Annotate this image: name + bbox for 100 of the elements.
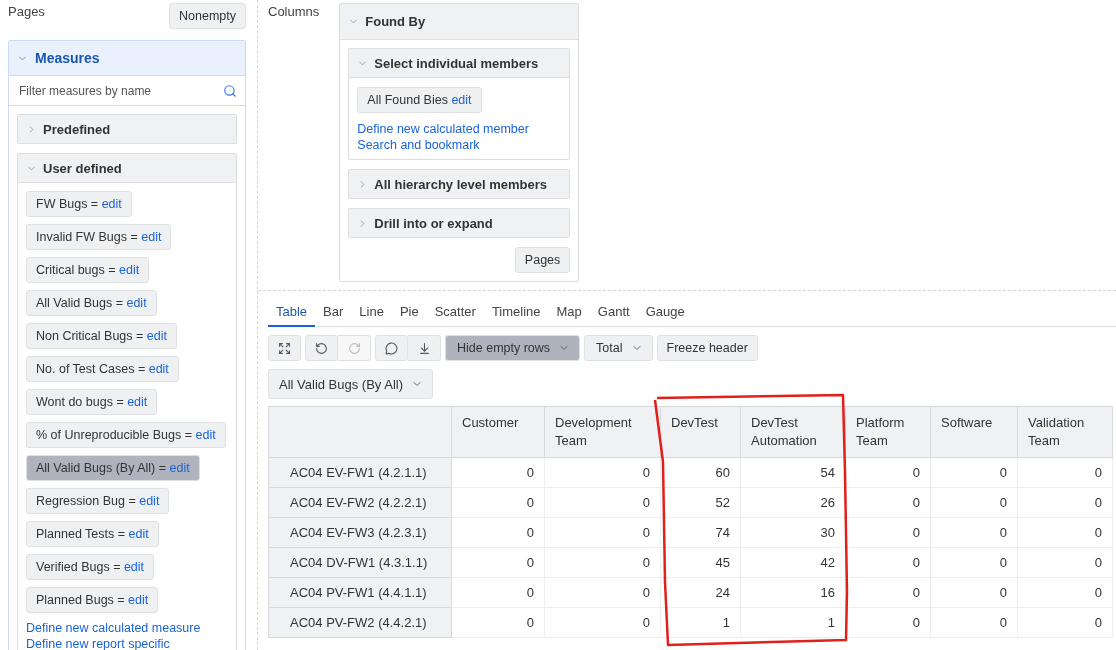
table-cell: 0 xyxy=(1017,547,1113,578)
nonempty-button[interactable]: Nonempty xyxy=(169,3,246,29)
comment-icon xyxy=(385,341,398,355)
view-tab[interactable]: Pie xyxy=(391,299,427,327)
view-tab[interactable]: Line xyxy=(351,299,392,327)
table-cell: 0 xyxy=(845,577,931,608)
group-header[interactable]: All hierarchy level members xyxy=(349,170,570,198)
column-header: DevTest Automation xyxy=(740,406,846,458)
table-cell: 52 xyxy=(660,487,741,518)
table-cell: 0 xyxy=(451,457,545,488)
measure-chip[interactable]: Planned Bugs = edit xyxy=(26,587,159,613)
measure-chip[interactable]: Invalid FW Bugs = edit xyxy=(26,224,172,250)
freeze-header-button[interactable]: Freeze header xyxy=(656,335,758,361)
table-cell: 0 xyxy=(930,577,1018,608)
view-tab[interactable]: Timeline xyxy=(483,299,549,327)
edit-link[interactable]: edit xyxy=(195,428,216,442)
table-cell: 0 xyxy=(451,487,545,518)
row-header: AC04 EV-FW2 (4.2.2.1) xyxy=(268,487,452,518)
measure-chip[interactable]: Planned Tests = edit xyxy=(26,521,159,547)
dropdown-button[interactable]: Total xyxy=(584,335,653,361)
measure-chip[interactable]: FW Bugs = edit xyxy=(26,191,132,217)
row-header: AC04 EV-FW1 (4.2.1.1) xyxy=(268,457,452,488)
define-link[interactable]: Define new calculated measure xyxy=(26,620,201,636)
group-header[interactable]: User defined xyxy=(18,154,236,183)
table-cell: 0 xyxy=(845,457,931,488)
table-cell: 0 xyxy=(1017,487,1113,518)
edit-link[interactable]: edit xyxy=(123,560,145,574)
edit-link[interactable]: edit xyxy=(119,263,140,277)
measure-chip[interactable]: Critical bugs = edit xyxy=(26,257,150,283)
table-cell: 0 xyxy=(930,517,1018,548)
table-cell: 0 xyxy=(930,607,1018,638)
table-cell: 0 xyxy=(451,577,545,608)
member-link[interactable]: Define new calculated member xyxy=(357,121,529,137)
column-header: Development Team xyxy=(544,406,661,458)
view-tab[interactable]: Table xyxy=(268,299,316,327)
edit-link[interactable]: edit xyxy=(148,362,169,376)
table-cell: 45 xyxy=(660,547,741,578)
table-cell: 60 xyxy=(660,457,741,488)
edit-link[interactable]: edit xyxy=(146,329,167,343)
table-cell: 0 xyxy=(544,547,661,578)
view-tab[interactable]: Gantt xyxy=(589,299,638,327)
toolbar-button[interactable] xyxy=(408,335,441,361)
undo-icon xyxy=(315,341,328,355)
edit-link[interactable]: edit xyxy=(101,197,122,211)
row-header: AC04 PV-FW2 (4.4.2.1) xyxy=(268,607,452,638)
measure-chip[interactable]: Verified Bugs = edit xyxy=(26,554,155,580)
edit-link[interactable]: edit xyxy=(141,230,162,244)
table-cell: 0 xyxy=(845,547,931,578)
table-cell: 0 xyxy=(544,577,661,608)
toolbar-button[interactable] xyxy=(305,335,338,361)
member-chip[interactable]: All Found Bies edit xyxy=(357,87,482,113)
table-cell: 24 xyxy=(660,577,741,608)
measure-chip[interactable]: Wont do bugs = edit xyxy=(26,389,158,415)
measure-chip[interactable]: All Valid Bugs (By All) = edit xyxy=(26,455,200,481)
edit-link[interactable]: edit xyxy=(127,395,148,409)
table-cell: 0 xyxy=(845,487,931,518)
table-cell: 0 xyxy=(1017,577,1113,608)
edit-link[interactable]: edit xyxy=(139,494,160,508)
row-header: AC04 EV-FW3 (4.2.3.1) xyxy=(268,517,452,548)
row-header: AC04 PV-FW1 (4.4.1.1) xyxy=(268,577,452,608)
measure-dropdown[interactable]: All Valid Bugs (By All) xyxy=(268,369,434,399)
dimension-header[interactable]: Found By xyxy=(340,4,579,40)
edit-link[interactable]: edit xyxy=(451,93,472,107)
table-cell: 0 xyxy=(930,547,1018,578)
view-tab[interactable]: Gauge xyxy=(637,299,693,327)
table-cell: 74 xyxy=(660,517,741,548)
define-link[interactable]: Define new report specific xyxy=(26,636,201,650)
measure-chip[interactable]: Regression Bug = edit xyxy=(26,488,170,514)
edit-link[interactable]: edit xyxy=(128,527,149,541)
measure-chip[interactable]: No. of Test Cases = edit xyxy=(26,356,179,382)
group-header[interactable]: Predefined xyxy=(18,115,236,143)
table-cell: 0 xyxy=(544,457,661,488)
measure-chip[interactable]: % of Unreproducible Bugs = edit xyxy=(26,422,226,448)
column-header: DevTest xyxy=(660,406,741,458)
table-cell: 16 xyxy=(740,577,846,608)
member-link[interactable]: Search and bookmark xyxy=(357,137,529,153)
measure-chip[interactable]: All Valid Bugs = edit xyxy=(26,290,157,316)
dropdown-button[interactable]: Hide empty rows xyxy=(445,335,581,361)
table-cell: 0 xyxy=(451,547,545,578)
table-cell: 0 xyxy=(1017,607,1113,638)
edit-link[interactable]: edit xyxy=(126,296,147,310)
column-header: Customer xyxy=(451,406,545,458)
group-header[interactable]: Select individual members xyxy=(349,49,570,78)
toolbar-button[interactable] xyxy=(268,335,301,361)
toolbar-button[interactable] xyxy=(375,335,408,361)
group-header[interactable]: Drill into or expand xyxy=(349,209,570,237)
table-cell: 0 xyxy=(930,457,1018,488)
row-header: AC04 DV-FW1 (4.3.1.1) xyxy=(268,547,452,578)
view-tab[interactable]: Map xyxy=(548,299,590,327)
table-cell: 1 xyxy=(660,607,741,638)
table-cell: 0 xyxy=(451,607,545,638)
view-tab[interactable]: Bar xyxy=(315,299,352,327)
table-cell: 0 xyxy=(544,517,661,548)
table-cell: 0 xyxy=(1017,457,1113,488)
measure-chip[interactable]: Non Critical Bugs = edit xyxy=(26,323,177,349)
view-tab[interactable]: Scatter xyxy=(426,299,484,327)
edit-link[interactable]: edit xyxy=(128,593,149,607)
column-header: Platform Team xyxy=(845,406,931,458)
measures-header[interactable]: Measures xyxy=(9,41,245,76)
pages-button[interactable]: Pages xyxy=(514,247,571,273)
